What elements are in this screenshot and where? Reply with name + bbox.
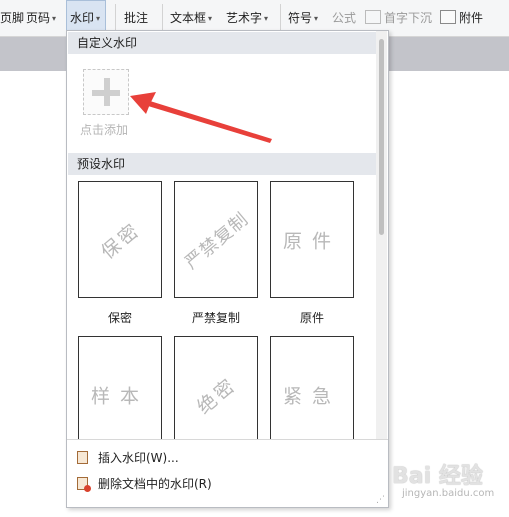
delete-document-icon xyxy=(77,477,91,492)
watermark-preview-text: 紧急 xyxy=(282,385,342,407)
chevron-down-icon: ▾ xyxy=(52,14,57,23)
watermark-label: 水印 xyxy=(70,11,95,25)
watermark-dropdown-panel: 自定义水印 点击添加 预设水印 保密 保密 严禁复制 严禁复制 原件 原件 样本… xyxy=(66,30,389,508)
delete-watermark-menu-item[interactable]: 删除文档中的水印(R) xyxy=(77,474,212,494)
comment-label: 批注 xyxy=(124,11,149,25)
footer-label: 页脚 xyxy=(0,11,25,25)
toolbar-divider xyxy=(280,4,281,32)
preset-watermark-header: 预设水印 xyxy=(68,153,376,175)
preset-label: 原件 xyxy=(299,311,324,325)
preset-watermark-top-secret[interactable]: 绝密 xyxy=(174,336,258,453)
site-watermark-logo: Bai 经验 jingyan.baidu.com xyxy=(392,458,502,508)
preset-watermark-original[interactable]: 原件 xyxy=(270,181,354,298)
drop-cap-label: 首字下沉 xyxy=(384,11,433,25)
symbol-label: 符号 xyxy=(288,11,313,25)
panel-scrollbar[interactable] xyxy=(376,31,387,439)
formula-label: 公式 xyxy=(332,11,357,25)
watermark-menu-footer: 插入水印(W)... 删除文档中的水印(R) ⋰ xyxy=(67,439,388,507)
watermark-preview-text: 保密 xyxy=(97,218,145,264)
preset-watermark-no-copy[interactable]: 严禁复制 xyxy=(174,181,258,298)
attachment-button[interactable]: 附件 xyxy=(440,8,483,28)
plus-icon-bar xyxy=(92,90,120,96)
watermark-button[interactable]: 水印 ▾ xyxy=(70,8,100,28)
add-watermark-label: 点击添加 xyxy=(80,123,129,137)
toolbar-divider xyxy=(115,4,116,32)
comment-button[interactable]: 批注 xyxy=(124,8,148,28)
attachment-label: 附件 xyxy=(459,11,484,25)
watermark-preview-text: 样本 xyxy=(90,385,150,407)
insert-watermark-label: 插入水印(W)... xyxy=(98,451,179,465)
formula-button[interactable]: 公式 xyxy=(332,8,356,28)
word-art-label: 艺术字 xyxy=(226,11,263,25)
add-custom-watermark-button[interactable] xyxy=(83,69,129,115)
drop-cap-icon xyxy=(365,10,381,24)
attachment-icon xyxy=(440,10,456,24)
drop-cap-button[interactable]: 首字下沉 xyxy=(365,8,432,28)
delete-watermark-label: 删除文档中的水印(R) xyxy=(98,477,212,491)
resize-grip-icon[interactable]: ⋰ xyxy=(376,495,385,505)
watermark-preview-text: 绝密 xyxy=(193,373,241,419)
custom-watermark-header: 自定义水印 xyxy=(68,32,376,54)
preset-label: 保密 xyxy=(107,311,132,325)
document-icon xyxy=(77,451,88,464)
footer-button[interactable]: 页脚 xyxy=(0,8,24,28)
baidu-jingyan-logo: Bai 经验 xyxy=(392,464,483,489)
insert-watermark-menu-item[interactable]: 插入水印(W)... xyxy=(77,448,179,468)
chevron-down-icon: ▾ xyxy=(96,14,101,23)
scrollbar-thumb[interactable] xyxy=(379,39,384,235)
text-box-button[interactable]: 文本框 ▾ xyxy=(170,8,212,28)
page-number-button[interactable]: 页码 ▾ xyxy=(26,8,56,28)
chevron-down-icon: ▾ xyxy=(208,14,213,23)
preset-watermark-urgent[interactable]: 紧急 xyxy=(270,336,354,453)
word-art-button[interactable]: 艺术字 ▾ xyxy=(226,8,268,28)
text-box-label: 文本框 xyxy=(170,11,207,25)
chevron-down-icon: ▾ xyxy=(314,14,319,23)
site-url: jingyan.baidu.com xyxy=(402,488,495,499)
watermark-preview-text: 严禁复制 xyxy=(181,208,253,274)
symbol-button[interactable]: 符号 ▾ xyxy=(288,8,318,28)
watermark-preview-text: 原件 xyxy=(282,230,342,252)
toolbar-divider xyxy=(162,4,163,32)
preset-watermark-sample[interactable]: 样本 xyxy=(78,336,162,453)
preset-watermark-confidential[interactable]: 保密 xyxy=(78,181,162,298)
preset-label: 严禁复制 xyxy=(191,311,240,325)
page-number-label: 页码 xyxy=(26,11,51,25)
document-margin xyxy=(0,37,68,71)
chevron-down-icon: ▾ xyxy=(264,14,269,23)
